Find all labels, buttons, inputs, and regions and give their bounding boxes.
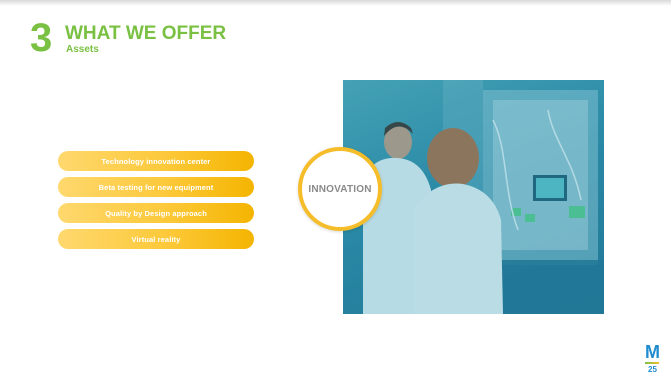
asset-item-technology-center: Technology innovation center	[58, 151, 254, 171]
top-shadow	[0, 0, 671, 6]
innovation-badge: INNOVATION	[298, 147, 382, 231]
lab-photo-illustration	[343, 80, 604, 314]
logo-underline	[645, 362, 659, 364]
lab-photo	[343, 80, 604, 314]
innovation-label: INNOVATION	[308, 183, 372, 195]
brand-logo: M	[645, 342, 660, 362]
page-title: WHAT WE OFFER	[65, 23, 227, 44]
page-subtitle: Assets	[66, 44, 99, 55]
asset-item-virtual-reality: Virtual reality	[58, 229, 254, 249]
asset-item-quality-by-design: Quality by Design approach	[58, 203, 254, 223]
page-number: 25	[648, 365, 657, 374]
section-number: 3	[30, 16, 53, 60]
asset-item-beta-testing: Beta testing for new equipment	[58, 177, 254, 197]
